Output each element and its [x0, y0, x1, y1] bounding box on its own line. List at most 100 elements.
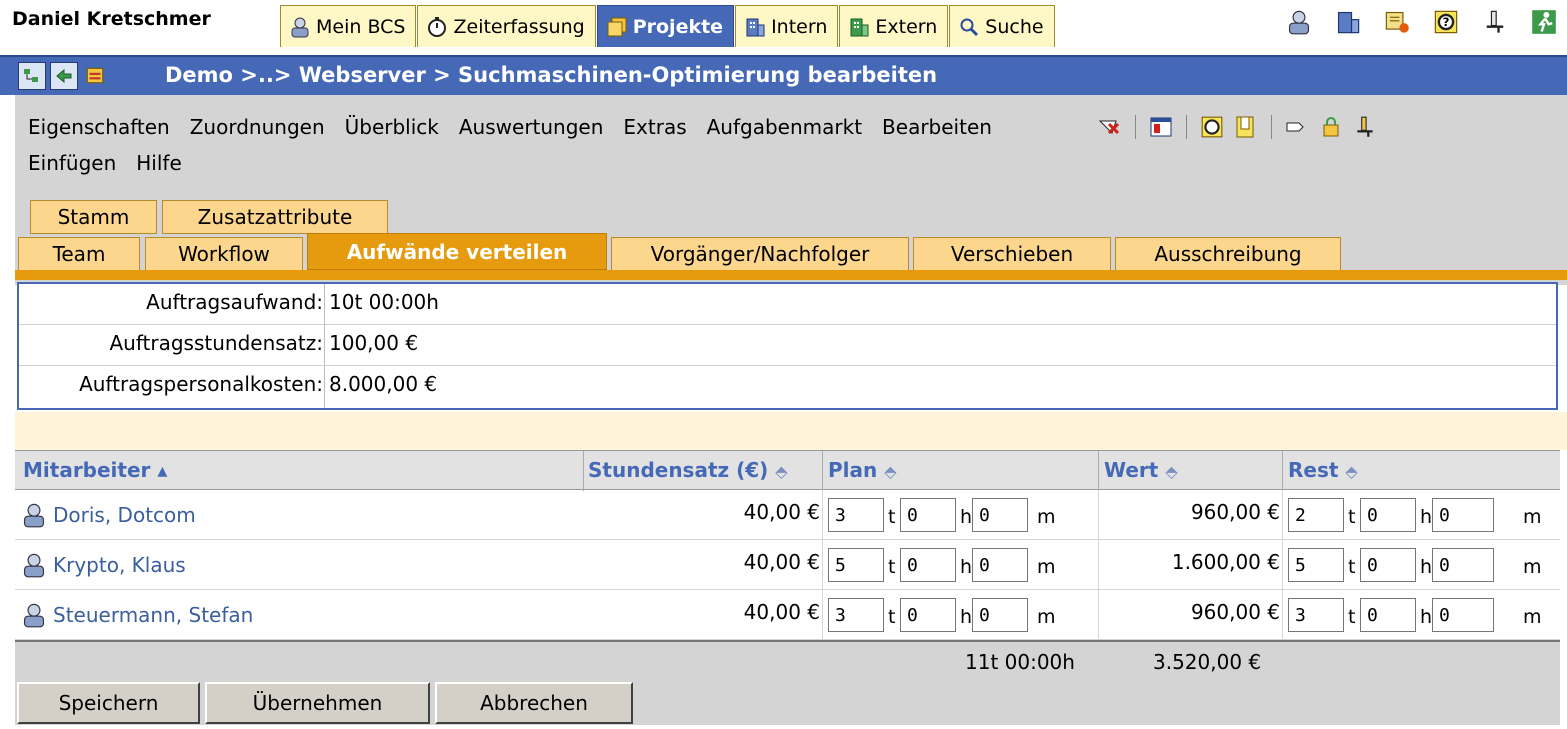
- stopwatch-icon: [426, 16, 448, 38]
- info-label: Auftragspersonalkosten:: [79, 372, 323, 396]
- column-divider: [822, 451, 823, 491]
- header-mitarbeiter[interactable]: Mitarbeiter ▴: [23, 458, 167, 482]
- tab-intern[interactable]: Intern: [735, 5, 839, 47]
- menu-eigenschaften[interactable]: Eigenschaften: [28, 115, 170, 139]
- subtab-team[interactable]: Team: [18, 237, 140, 271]
- info-value: 10t 00:00h: [329, 290, 439, 314]
- subtab-label: Aufwände verteilen: [346, 239, 568, 264]
- search-icon: [958, 16, 980, 38]
- plan-minutes-input[interactable]: 0: [972, 498, 1028, 532]
- notes-icon[interactable]: [1383, 8, 1411, 36]
- header-rest[interactable]: Rest ⬘: [1288, 458, 1358, 482]
- value-amount: 1.600,00 €: [1171, 550, 1280, 574]
- folder-icon[interactable]: [82, 62, 108, 88]
- tab-projekte[interactable]: Projekte: [596, 5, 735, 47]
- tab-mein-bcs[interactable]: Mein BCS: [280, 5, 417, 47]
- plan-days-input[interactable]: 3: [828, 598, 884, 632]
- rest-hours-input[interactable]: 0: [1360, 548, 1416, 582]
- column-divider: [822, 490, 823, 540]
- column-divider: [1098, 451, 1099, 491]
- window-icon[interactable]: [1149, 115, 1173, 139]
- tab-extern[interactable]: Extern: [839, 5, 949, 47]
- employee-link[interactable]: Steuermann, Stefan: [21, 602, 253, 628]
- rate-value: 40,00 €: [743, 550, 820, 574]
- user-name: Daniel Kretschmer: [12, 8, 211, 30]
- tab-zeiterfassung[interactable]: Zeiterfassung: [417, 5, 596, 47]
- menu-ueberblick[interactable]: Überblick: [345, 115, 439, 139]
- subtab-vorgaenger-nachfolger[interactable]: Vorgänger/Nachfolger: [611, 237, 909, 271]
- building-icon[interactable]: [1334, 8, 1362, 36]
- rest-days-input[interactable]: 3: [1288, 598, 1344, 632]
- tab-label: Suche: [985, 15, 1044, 38]
- subtab-verschieben[interactable]: Verschieben: [913, 237, 1111, 271]
- employee-link[interactable]: Doris, Dotcom: [21, 502, 196, 528]
- menu-row-1: Eigenschaften Zuordnungen Überblick Ausw…: [28, 115, 1012, 139]
- menu-zuordnungen[interactable]: Zuordnungen: [190, 115, 325, 139]
- column-divider: [1282, 490, 1283, 540]
- menu-einfuegen[interactable]: Einfügen: [28, 151, 116, 175]
- value-amount: 960,00 €: [1190, 500, 1280, 524]
- breadcrumb[interactable]: Demo >..> Webserver > Suchmaschinen-Opti…: [165, 63, 937, 87]
- rest-minutes-input[interactable]: 0: [1432, 498, 1494, 532]
- header-plan[interactable]: Plan ⬘: [828, 458, 897, 482]
- tab-label: Intern: [771, 15, 828, 38]
- subtab-label: Stamm: [57, 205, 130, 229]
- person-icon[interactable]: [1285, 8, 1313, 36]
- person-icon: [23, 503, 45, 528]
- back-arrow-icon[interactable]: [50, 62, 78, 90]
- subtab-workflow[interactable]: Workflow: [145, 237, 303, 271]
- plan-days-input[interactable]: 3: [828, 498, 884, 532]
- tab-label: Mein BCS: [316, 15, 406, 38]
- tree-view-icon[interactable]: [18, 62, 46, 90]
- menu-bearbeiten[interactable]: Bearbeiten: [882, 115, 992, 139]
- rest-days-input[interactable]: 5: [1288, 548, 1344, 582]
- header-wert[interactable]: Wert ⬘: [1104, 458, 1178, 482]
- note-icon[interactable]: [1234, 115, 1258, 139]
- rest-minutes-input[interactable]: 0: [1432, 548, 1494, 582]
- logout-icon[interactable]: [1530, 8, 1558, 36]
- lock-icon[interactable]: [1319, 115, 1343, 139]
- subtab-stamm[interactable]: Stamm: [30, 200, 157, 234]
- employee-link[interactable]: Krypto, Klaus: [21, 552, 186, 578]
- title-bar: Demo >..> Webserver > Suchmaschinen-Opti…: [0, 55, 1567, 95]
- save-button[interactable]: Speichern: [17, 682, 200, 724]
- top-icon-bar: ?: [1285, 8, 1567, 36]
- help-icon[interactable]: [1200, 115, 1224, 139]
- menu-aufgabenmarkt[interactable]: Aufgabenmarkt: [707, 115, 862, 139]
- tab-suche[interactable]: Suche: [949, 5, 1055, 47]
- table-row: Steuermann, Stefan 40,00 € 3 t 0 h 0 m 9…: [15, 590, 1560, 640]
- subtab-zusatzattribute[interactable]: Zusatzattribute: [162, 200, 388, 234]
- menu-auswertungen[interactable]: Auswertungen: [459, 115, 604, 139]
- rest-days-input[interactable]: 2: [1288, 498, 1344, 532]
- delete-icon[interactable]: [1098, 115, 1122, 139]
- menu-extras[interactable]: Extras: [623, 115, 686, 139]
- info-value: 8.000,00 €: [329, 372, 438, 396]
- plan-days-input[interactable]: 5: [828, 548, 884, 582]
- plan-hours-input[interactable]: 0: [900, 498, 956, 532]
- header-stundensatz[interactable]: Stundensatz (€) ⬘: [588, 458, 788, 482]
- subtab-aufwaende-verteilen[interactable]: Aufwände verteilen: [307, 233, 607, 270]
- plan-minutes-input[interactable]: 0: [972, 598, 1028, 632]
- plan-hours-input[interactable]: 0: [900, 598, 956, 632]
- help-icon[interactable]: ?: [1432, 8, 1460, 36]
- cancel-button[interactable]: Abbrechen: [435, 682, 633, 724]
- menu-hilfe[interactable]: Hilfe: [136, 151, 182, 175]
- menu-separator: [1271, 115, 1272, 139]
- tag-icon[interactable]: [1285, 115, 1309, 139]
- folders-icon: [606, 16, 628, 38]
- apply-button[interactable]: Übernehmen: [205, 682, 430, 724]
- unit-label: m: [1037, 506, 1056, 528]
- pin-icon[interactable]: [1481, 8, 1509, 36]
- pin-icon[interactable]: [1353, 115, 1377, 139]
- employee-name: Steuermann, Stefan: [53, 603, 254, 627]
- main-tabs: Mein BCS Zeiterfassung Projekte Intern E…: [280, 5, 1056, 49]
- unit-label: t: [888, 606, 896, 628]
- plan-hours-input[interactable]: 0: [900, 548, 956, 582]
- nav-icons: [18, 62, 108, 90]
- rest-hours-input[interactable]: 0: [1360, 598, 1416, 632]
- rest-minutes-input[interactable]: 0: [1432, 598, 1494, 632]
- unit-label: t: [1348, 556, 1356, 578]
- rest-hours-input[interactable]: 0: [1360, 498, 1416, 532]
- subtab-ausschreibung[interactable]: Ausschreibung: [1115, 237, 1341, 271]
- plan-minutes-input[interactable]: 0: [972, 548, 1028, 582]
